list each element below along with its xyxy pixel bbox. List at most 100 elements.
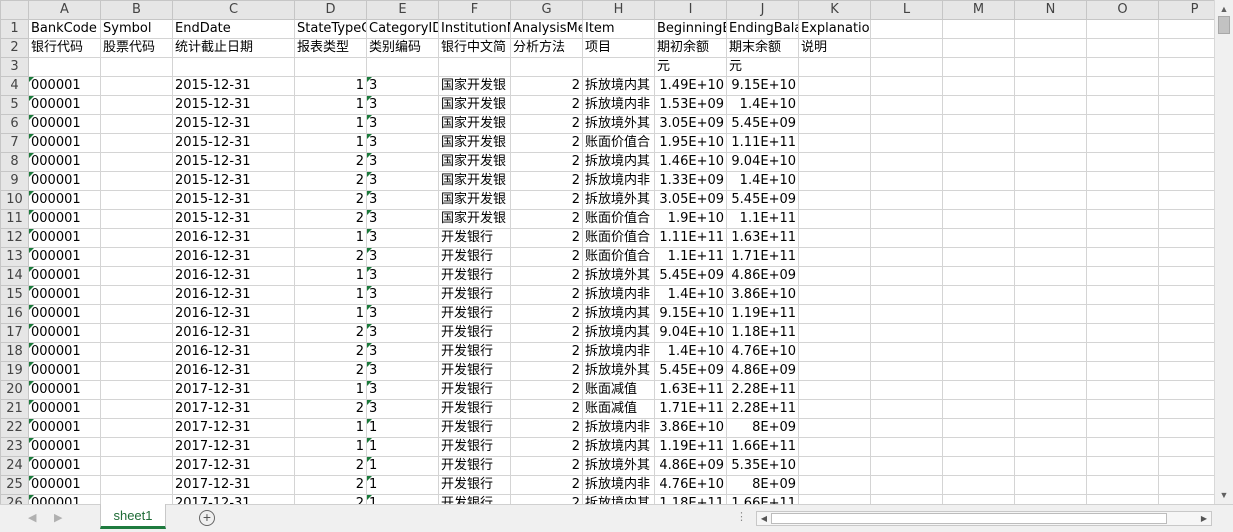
cell-f4[interactable]: 国家开发银 xyxy=(438,76,511,96)
cell-c4[interactable]: 2015-12-31 xyxy=(172,76,295,96)
cell-k14[interactable] xyxy=(798,266,871,286)
cell-a17[interactable]: 000001 xyxy=(28,323,101,343)
cell-i12[interactable]: 1.11E+11 xyxy=(654,228,727,248)
cell-e23[interactable]: 1 xyxy=(366,437,439,457)
cell-n18[interactable] xyxy=(1014,342,1087,362)
cell-e4[interactable]: 3 xyxy=(366,76,439,96)
cell-c14[interactable]: 2016-12-31 xyxy=(172,266,295,286)
cell-h1[interactable]: Item xyxy=(582,19,655,39)
cell-m20[interactable] xyxy=(942,380,1015,400)
cell-i24[interactable]: 4.86E+09 xyxy=(654,456,727,476)
cell-k7[interactable] xyxy=(798,133,871,153)
cell-b9[interactable] xyxy=(100,171,173,191)
cell-e22[interactable]: 1 xyxy=(366,418,439,438)
cell-m12[interactable] xyxy=(942,228,1015,248)
row-header[interactable]: 15 xyxy=(0,285,29,305)
cell-k23[interactable] xyxy=(798,437,871,457)
horizontal-scrollbar[interactable]: ◀ ▶ xyxy=(756,511,1212,526)
cell-b22[interactable] xyxy=(100,418,173,438)
cell-f3[interactable] xyxy=(438,57,511,77)
cell-g14[interactable]: 2 xyxy=(510,266,583,286)
cell-k10[interactable] xyxy=(798,190,871,210)
cell-g6[interactable]: 2 xyxy=(510,114,583,134)
cell-f22[interactable]: 开发银行 xyxy=(438,418,511,438)
column-header-c[interactable]: C xyxy=(172,0,295,20)
cell-f17[interactable]: 开发银行 xyxy=(438,323,511,343)
cell-d22[interactable]: 1 xyxy=(294,418,367,438)
column-header-b[interactable]: B xyxy=(100,0,173,20)
cell-h22[interactable]: 拆放境内非 xyxy=(582,418,655,438)
cell-n19[interactable] xyxy=(1014,361,1087,381)
cell-p19[interactable] xyxy=(1158,361,1214,381)
cell-h20[interactable]: 账面减值 xyxy=(582,380,655,400)
cell-k1[interactable]: Explanation xyxy=(798,19,871,39)
triangle-right-icon[interactable]: ▶ xyxy=(1197,512,1211,525)
cell-g20[interactable]: 2 xyxy=(510,380,583,400)
cell-p2[interactable] xyxy=(1158,38,1214,58)
cell-j10[interactable]: 5.45E+09 xyxy=(726,190,799,210)
cell-m10[interactable] xyxy=(942,190,1015,210)
row-header[interactable]: 1 xyxy=(0,19,29,39)
cell-h11[interactable]: 账面价值合 xyxy=(582,209,655,229)
cell-a5[interactable]: 000001 xyxy=(28,95,101,115)
cell-f23[interactable]: 开发银行 xyxy=(438,437,511,457)
cell-j23[interactable]: 1.66E+11 xyxy=(726,437,799,457)
cell-h19[interactable]: 拆放境外其 xyxy=(582,361,655,381)
cell-e2[interactable]: 类别编码 xyxy=(366,38,439,58)
cell-g4[interactable]: 2 xyxy=(510,76,583,96)
cell-k5[interactable] xyxy=(798,95,871,115)
cell-n17[interactable] xyxy=(1014,323,1087,343)
column-header-e[interactable]: E xyxy=(366,0,439,20)
cell-p20[interactable] xyxy=(1158,380,1214,400)
cell-p11[interactable] xyxy=(1158,209,1214,229)
cell-h3[interactable] xyxy=(582,57,655,77)
cell-i6[interactable]: 3.05E+09 xyxy=(654,114,727,134)
cell-j13[interactable]: 1.71E+11 xyxy=(726,247,799,267)
cell-n7[interactable] xyxy=(1014,133,1087,153)
cell-j11[interactable]: 1.1E+11 xyxy=(726,209,799,229)
cell-p1[interactable] xyxy=(1158,19,1214,39)
cell-b8[interactable] xyxy=(100,152,173,172)
cell-l16[interactable] xyxy=(870,304,943,324)
cell-e14[interactable]: 3 xyxy=(366,266,439,286)
cell-b7[interactable] xyxy=(100,133,173,153)
cell-b3[interactable] xyxy=(100,57,173,77)
cell-a22[interactable]: 000001 xyxy=(28,418,101,438)
cell-j25[interactable]: 8E+09 xyxy=(726,475,799,495)
cell-b13[interactable] xyxy=(100,247,173,267)
cell-f24[interactable]: 开发银行 xyxy=(438,456,511,476)
cell-d18[interactable]: 2 xyxy=(294,342,367,362)
cell-d8[interactable]: 2 xyxy=(294,152,367,172)
cell-c21[interactable]: 2017-12-31 xyxy=(172,399,295,419)
cell-n9[interactable] xyxy=(1014,171,1087,191)
cell-i11[interactable]: 1.9E+10 xyxy=(654,209,727,229)
cell-c17[interactable]: 2016-12-31 xyxy=(172,323,295,343)
cell-p6[interactable] xyxy=(1158,114,1214,134)
cell-m26[interactable] xyxy=(942,494,1015,504)
cell-o18[interactable] xyxy=(1086,342,1159,362)
cell-c26[interactable]: 2017-12-31 xyxy=(172,494,295,504)
cell-g7[interactable]: 2 xyxy=(510,133,583,153)
cell-k22[interactable] xyxy=(798,418,871,438)
cell-l23[interactable] xyxy=(870,437,943,457)
cell-i19[interactable]: 5.45E+09 xyxy=(654,361,727,381)
column-header-h[interactable]: H xyxy=(582,0,655,20)
column-header-g[interactable]: G xyxy=(510,0,583,20)
cell-o1[interactable] xyxy=(1086,19,1159,39)
cell-l21[interactable] xyxy=(870,399,943,419)
cell-i2[interactable]: 期初余额 xyxy=(654,38,727,58)
cell-g24[interactable]: 2 xyxy=(510,456,583,476)
select-all-corner[interactable] xyxy=(0,0,29,20)
cell-m5[interactable] xyxy=(942,95,1015,115)
cell-d14[interactable]: 1 xyxy=(294,266,367,286)
cell-g3[interactable] xyxy=(510,57,583,77)
cell-n8[interactable] xyxy=(1014,152,1087,172)
cell-c19[interactable]: 2016-12-31 xyxy=(172,361,295,381)
cell-e1[interactable]: CategoryID xyxy=(366,19,439,39)
cell-o17[interactable] xyxy=(1086,323,1159,343)
cell-c8[interactable]: 2015-12-31 xyxy=(172,152,295,172)
cell-c25[interactable]: 2017-12-31 xyxy=(172,475,295,495)
cell-f8[interactable]: 国家开发银 xyxy=(438,152,511,172)
cell-b10[interactable] xyxy=(100,190,173,210)
cell-m2[interactable] xyxy=(942,38,1015,58)
